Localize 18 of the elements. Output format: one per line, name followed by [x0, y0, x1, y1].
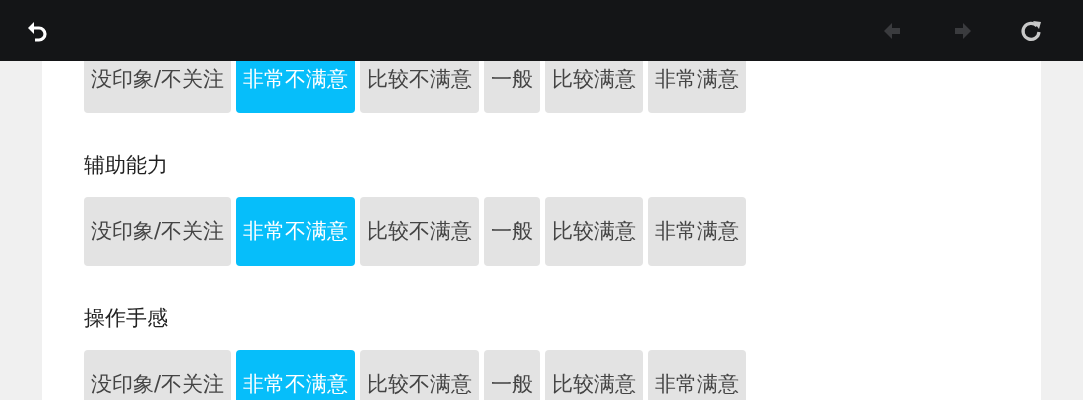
- rating-option[interactable]: 非常满意: [648, 61, 747, 113]
- rating-option[interactable]: 没印象/不关注: [84, 197, 232, 266]
- rating-option[interactable]: 比较不满意: [360, 197, 480, 266]
- rating-option[interactable]: 一般: [484, 350, 541, 400]
- rating-option[interactable]: 一般: [484, 61, 541, 113]
- rating-option[interactable]: 一般: [484, 197, 541, 266]
- rating-option[interactable]: 比较不满意: [360, 350, 480, 400]
- rating-option[interactable]: 没印象/不关注: [84, 61, 232, 113]
- rating-option[interactable]: 比较满意: [545, 61, 644, 113]
- rating-option[interactable]: 非常满意: [648, 350, 747, 400]
- rating-option[interactable]: 比较满意: [545, 350, 644, 400]
- rating-option[interactable]: 比较满意: [545, 197, 644, 266]
- rating-option[interactable]: 没印象/不关注: [84, 350, 232, 400]
- refresh-icon: [1018, 18, 1044, 44]
- question-label: 操作手感: [84, 305, 169, 332]
- rating-option[interactable]: 比较不满意: [360, 61, 480, 113]
- question-label: 辅助能力: [84, 152, 169, 179]
- rating-option[interactable]: 非常满意: [648, 197, 747, 266]
